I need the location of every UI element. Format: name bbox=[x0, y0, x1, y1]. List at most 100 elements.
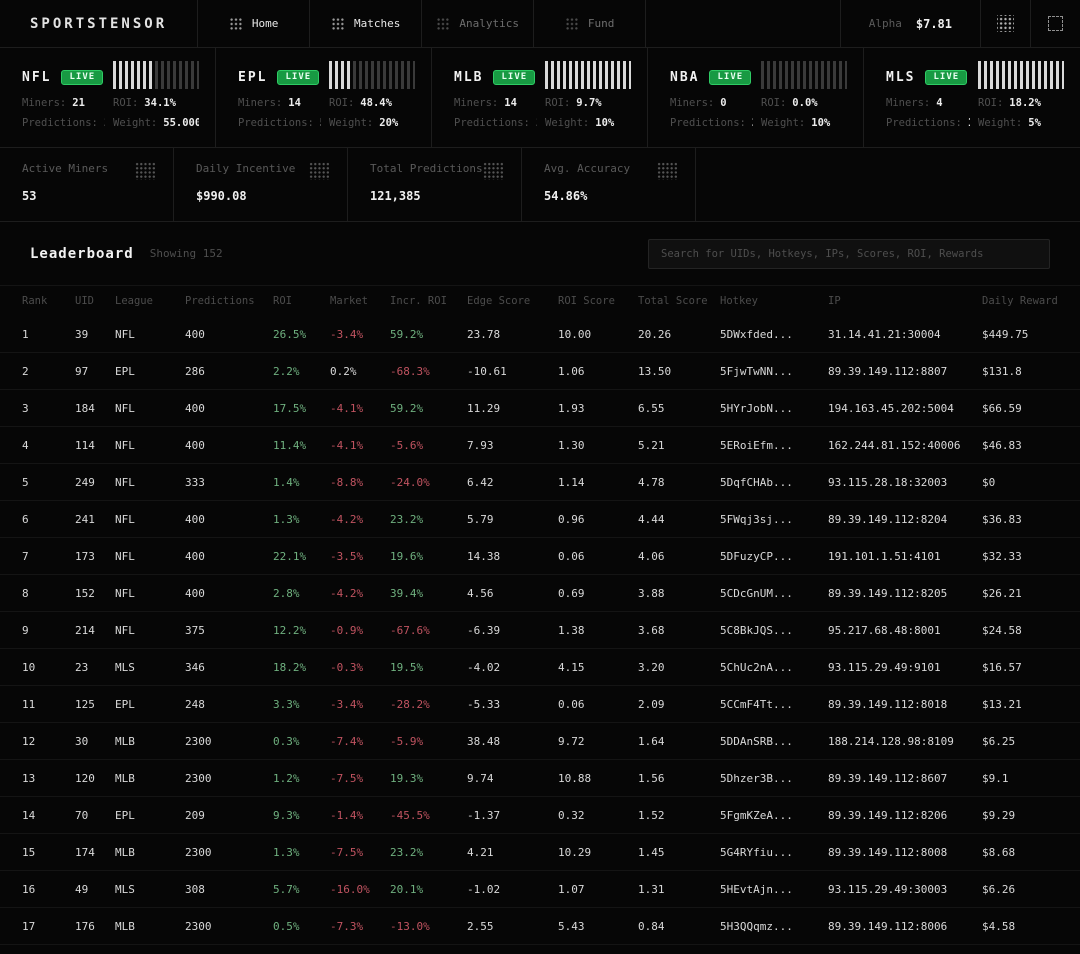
table-header: RankUIDLeaguePredictionsROIMarketIncr. R… bbox=[0, 286, 1080, 316]
table-row[interactable]: 1023MLS34618.2%-0.3%19.5%-4.024.153.205C… bbox=[0, 649, 1080, 686]
roi-label: ROI: bbox=[113, 97, 138, 109]
cell-edge-score: 9.74 bbox=[467, 772, 558, 785]
cell-roi-score: 1.30 bbox=[558, 439, 638, 452]
table-row[interactable]: 15174MLB23001.3%-7.5%23.2%4.2110.291.455… bbox=[0, 834, 1080, 871]
cell-uid: 125 bbox=[75, 698, 115, 711]
table-row[interactable]: 139NFL40026.5%-3.4%59.2%23.7810.0020.265… bbox=[0, 316, 1080, 353]
table-row[interactable]: 297EPL2862.2%0.2%-68.3%-10.611.0613.505F… bbox=[0, 353, 1080, 390]
table-row[interactable]: 1470EPL2099.3%-1.4%-45.5%-1.370.321.525F… bbox=[0, 797, 1080, 834]
cell-daily-reward: $24.58 bbox=[982, 624, 1080, 637]
cell-total-score: 5.21 bbox=[638, 439, 720, 452]
table-row[interactable]: 7173NFL40022.1%-3.5%19.6%14.380.064.065D… bbox=[0, 538, 1080, 575]
table-row[interactable]: 11125EPL2483.3%-3.4%-28.2%-5.330.062.095… bbox=[0, 686, 1080, 723]
cell-edge-score: 6.42 bbox=[467, 476, 558, 489]
cell-edge-score: 14.38 bbox=[467, 550, 558, 563]
cell-rank: 12 bbox=[22, 735, 75, 748]
cell-incr-roi: 19.3% bbox=[390, 772, 467, 785]
cell-predictions: 400 bbox=[185, 513, 273, 526]
cell-roi: 26.5% bbox=[273, 328, 330, 341]
table-row[interactable]: 4114NFL40011.4%-4.1%-5.6%7.931.305.215ER… bbox=[0, 427, 1080, 464]
nav-item-home[interactable]: Home bbox=[198, 0, 310, 47]
cell-uid: 39 bbox=[75, 328, 115, 341]
cell-predictions: 400 bbox=[185, 550, 273, 563]
alpha-label: Alpha bbox=[869, 17, 902, 30]
roi-value: 48.4% bbox=[360, 97, 392, 109]
nav-item-matches[interactable]: Matches bbox=[310, 0, 422, 47]
cell-roi: 18.2% bbox=[273, 661, 330, 674]
cell-total-score: 20.26 bbox=[638, 328, 720, 341]
cell-predictions: 2300 bbox=[185, 772, 273, 785]
cell-daily-reward: $66.59 bbox=[982, 402, 1080, 415]
nav-item-fund[interactable]: Fund bbox=[534, 0, 646, 47]
col-roi: ROI bbox=[273, 295, 330, 307]
cell-rank: 15 bbox=[22, 846, 75, 859]
roi-label: ROI: bbox=[545, 97, 570, 109]
table-row[interactable]: 8152NFL4002.8%-4.2%39.4%4.560.693.885CDc… bbox=[0, 575, 1080, 612]
col-market: Market bbox=[330, 295, 390, 307]
cell-edge-score: 2.55 bbox=[467, 920, 558, 933]
cell-edge-score: -4.02 bbox=[467, 661, 558, 674]
cell-incr-roi: -24.0% bbox=[390, 476, 467, 489]
cell-hotkey: 5DWxfded... bbox=[720, 328, 828, 341]
cell-league: MLS bbox=[115, 661, 185, 674]
table-row[interactable]: 3184NFL40017.5%-4.1%59.2%11.291.936.555H… bbox=[0, 390, 1080, 427]
nav-item-analytics[interactable]: Analytics bbox=[422, 0, 534, 47]
cell-daily-reward: $26.21 bbox=[982, 587, 1080, 600]
roi-value: 34.1% bbox=[144, 97, 176, 109]
table-row[interactable]: 17176MLB23000.5%-7.3%-13.0%2.555.430.845… bbox=[0, 908, 1080, 945]
cell-ip: 89.39.149.112:8204 bbox=[828, 513, 982, 526]
cell-market: -0.3% bbox=[330, 661, 390, 674]
weight-value: 10% bbox=[811, 117, 830, 129]
cell-roi-score: 10.00 bbox=[558, 328, 638, 341]
col-hotkey: Hotkey bbox=[720, 295, 828, 307]
cell-uid: 174 bbox=[75, 846, 115, 859]
total-predictions-icon bbox=[483, 162, 503, 180]
cell-predictions: 400 bbox=[185, 439, 273, 452]
leaderboard-header: Leaderboard Showing 152 bbox=[0, 222, 1080, 286]
cell-roi-score: 1.93 bbox=[558, 402, 638, 415]
cell-hotkey: 5H3QQqmz... bbox=[720, 920, 828, 933]
cell-uid: 23 bbox=[75, 661, 115, 674]
table-row[interactable]: 9214NFL37512.2%-0.9%-67.6%-6.391.383.685… bbox=[0, 612, 1080, 649]
cell-uid: 97 bbox=[75, 365, 115, 378]
stat-value: 121,385 bbox=[370, 189, 503, 203]
col-edge-score: Edge Score bbox=[467, 295, 558, 307]
search-input[interactable] bbox=[648, 239, 1050, 269]
table-row[interactable]: 1649MLS3085.7%-16.0%20.1%-1.021.071.315H… bbox=[0, 871, 1080, 908]
cell-roi: 1.4% bbox=[273, 476, 330, 489]
miners-label: Miners: bbox=[238, 97, 282, 109]
nav-item-label: Analytics bbox=[459, 17, 519, 30]
cell-total-score: 3.20 bbox=[638, 661, 720, 674]
weight-value: 5% bbox=[1028, 117, 1041, 129]
roi-value: 0.0% bbox=[792, 97, 817, 109]
stat-value: 54.86% bbox=[544, 189, 677, 203]
cell-incr-roi: -28.2% bbox=[390, 698, 467, 711]
cell-hotkey: 5FjwTwNN... bbox=[720, 365, 828, 378]
table-row[interactable]: 13120MLB23001.2%-7.5%19.3%9.7410.881.565… bbox=[0, 760, 1080, 797]
cell-league: NFL bbox=[115, 402, 185, 415]
cell-roi: 3.3% bbox=[273, 698, 330, 711]
cell-total-score: 2.09 bbox=[638, 698, 720, 711]
league-cards-strip: NFL LIVE Miners:21 ROI:34.1% Predictions… bbox=[0, 48, 1080, 148]
grid-menu-button[interactable] bbox=[980, 0, 1030, 47]
predictions-label: Predictions: bbox=[670, 117, 746, 129]
table-row[interactable]: 1230MLB23000.3%-7.4%-5.9%38.489.721.645D… bbox=[0, 723, 1080, 760]
cell-market: -4.1% bbox=[330, 439, 390, 452]
weight-label: Weight: bbox=[329, 117, 373, 129]
cell-edge-score: -6.39 bbox=[467, 624, 558, 637]
cell-daily-reward: $449.75 bbox=[982, 328, 1080, 341]
cell-predictions: 248 bbox=[185, 698, 273, 711]
cell-daily-reward: $36.83 bbox=[982, 513, 1080, 526]
fullscreen-button[interactable] bbox=[1030, 0, 1080, 47]
cell-rank: 1 bbox=[22, 328, 75, 341]
cell-rank: 11 bbox=[22, 698, 75, 711]
cell-market: 0.2% bbox=[330, 365, 390, 378]
cell-incr-roi: -45.5% bbox=[390, 809, 467, 822]
cell-edge-score: -10.61 bbox=[467, 365, 558, 378]
table-row[interactable]: 5249NFL3331.4%-8.8%-24.0%6.421.144.785Dq… bbox=[0, 464, 1080, 501]
table-row[interactable]: 6241NFL4001.3%-4.2%23.2%5.790.964.445FWq… bbox=[0, 501, 1080, 538]
cell-rank: 17 bbox=[22, 920, 75, 933]
cell-roi: 17.5% bbox=[273, 402, 330, 415]
cell-market: -3.5% bbox=[330, 550, 390, 563]
predictions-value: 1,079 bbox=[968, 117, 970, 129]
